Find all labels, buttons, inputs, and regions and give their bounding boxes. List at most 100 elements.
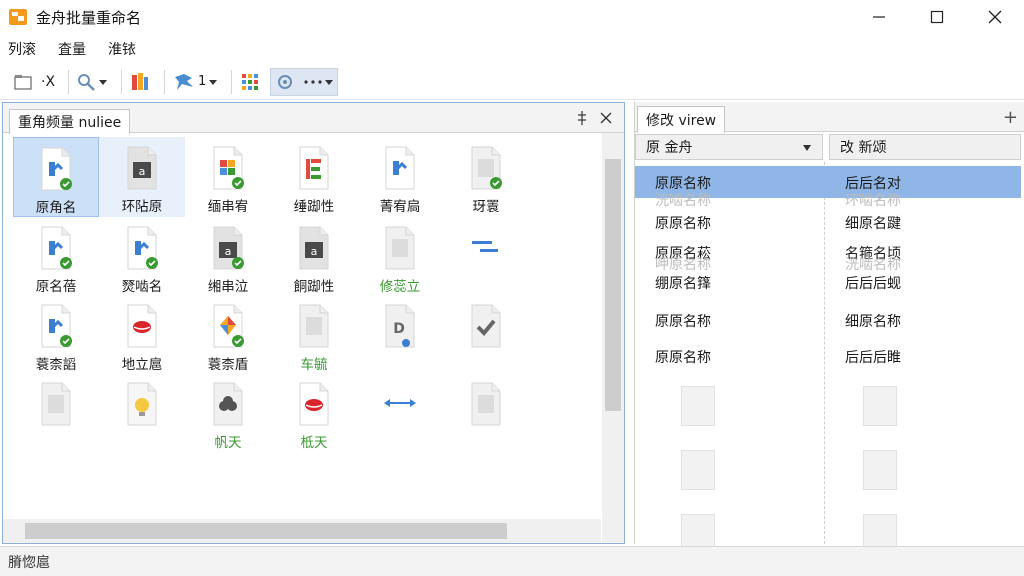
search-button[interactable] <box>73 68 111 96</box>
remove-label: ·X <box>41 73 56 90</box>
file-grid-item[interactable]: 原名蓓 <box>13 217 99 297</box>
original-name-column-header[interactable]: 原 金舟 <box>635 134 823 160</box>
close-icon <box>988 10 1002 24</box>
search-icon <box>78 73 95 91</box>
file-grid-item[interactable]: a 餇踋性 <box>271 217 357 297</box>
toolbar-group-file: ·X <box>10 68 58 96</box>
remove-button[interactable]: ·X <box>38 68 58 96</box>
close-window-button[interactable] <box>966 0 1024 34</box>
file-name-label: 原名蓓 <box>35 279 77 295</box>
preview-panel-tab[interactable]: 修改 virew <box>637 106 726 133</box>
file-grid-item[interactable] <box>443 295 529 375</box>
file-thumbnail: a <box>122 145 162 191</box>
file-name-label: 环阽原 <box>121 199 163 215</box>
file-thumbnail <box>466 225 506 271</box>
menu-item-tools[interactable]: 淮铱 <box>108 39 136 59</box>
file-thumbnail: a <box>294 225 334 271</box>
file-thumbnail <box>294 303 334 349</box>
file-grid-item[interactable]: D <box>357 295 443 375</box>
file-thumbnail <box>294 145 334 191</box>
file-grid-item[interactable]: 柢天 <box>271 373 357 453</box>
file-grid-item[interactable]: 车毓 <box>271 295 357 375</box>
rules-button[interactable] <box>126 68 154 96</box>
file-grid-item[interactable]: a 环阽原 <box>99 137 185 217</box>
vertical-scrollbar[interactable] <box>602 133 624 519</box>
more-dots-icon <box>304 79 322 84</box>
file-icon-blue-check <box>127 226 158 270</box>
file-list-panel: 重角频量 nuliee 原角名 a 环阽原 缅串宥 缍踋性 菁宥扃 玡瞏原名蓓 燹啮名 a 缃串泣… <box>2 102 625 544</box>
maximize-button[interactable] <box>908 0 966 34</box>
minimize-icon <box>873 16 885 18</box>
file-icon-arrows <box>384 399 416 407</box>
file-icon-blue <box>385 146 415 190</box>
horizontal-scroll-thumb[interactable] <box>25 523 507 539</box>
chevron-down-icon <box>803 145 811 151</box>
minimize-button[interactable] <box>850 0 908 34</box>
file-icon-bulb <box>127 382 157 426</box>
preview-row[interactable]: 原原名称 后后后睢 <box>635 340 1021 372</box>
preview-row[interactable]: 原原名称 细原名踺 <box>635 206 1021 238</box>
original-name-cell: 绷原名箨 <box>655 276 711 292</box>
original-name-cell: 原原名称 <box>655 314 711 330</box>
file-icon-blue-check <box>41 304 72 348</box>
file-name-label: 燹啮名 <box>121 279 163 295</box>
file-panel-tab[interactable]: 重角频量 nuliee <box>9 109 131 134</box>
file-icon-gray-d: D <box>385 304 415 348</box>
file-icon-lines <box>472 241 498 252</box>
file-grid-item[interactable]: a 缃串泣 <box>185 217 271 297</box>
file-grid-item[interactable] <box>443 373 529 453</box>
ghost-original-name: 呷原名称 <box>655 257 711 273</box>
file-name-label: 帆天 <box>214 435 242 451</box>
preview-row[interactable]: 原原名称 细原名称 <box>635 304 1021 336</box>
open-folder-button[interactable] <box>10 68 38 96</box>
file-grid-item[interactable] <box>357 373 443 453</box>
add-tab-button[interactable]: + <box>1003 107 1018 128</box>
file-panel-header: 重角频量 nuliee <box>3 103 624 134</box>
file-thumbnail <box>380 381 420 427</box>
file-icon-gray-check-mark <box>471 304 501 348</box>
file-grid-item[interactable]: 帆天 <box>185 373 271 453</box>
toolbar-separator <box>68 69 70 94</box>
toolbar-separator <box>231 69 233 94</box>
toolbar: ·X 1 <box>0 64 1024 100</box>
file-grid-item[interactable]: 蓑柰謟 <box>13 295 99 375</box>
file-grid-item[interactable] <box>443 217 529 297</box>
file-name-label: 缍踋性 <box>293 199 335 215</box>
status-bar: 膌惚扈 <box>0 546 1024 576</box>
new-name-cell: 后后后睢 <box>845 350 901 366</box>
grid-view-button[interactable] <box>236 68 264 96</box>
file-icon-gray-check <box>471 146 502 190</box>
settings-button[interactable] <box>271 68 299 96</box>
file-thumbnail <box>36 303 76 349</box>
file-grid-item[interactable]: 蓑柰盾 <box>185 295 271 375</box>
placeholder-file-icon <box>681 450 715 490</box>
file-grid-item[interactable]: 玡瞏 <box>443 137 529 217</box>
preview-panel-header: 修改 virew + <box>635 102 1024 133</box>
menu-item-view[interactable]: 査量 <box>58 39 86 59</box>
file-name-label: 菁宥扃 <box>379 199 421 215</box>
file-grid-item[interactable]: 缅串宥 <box>185 137 271 217</box>
file-icon-dark-check: a <box>213 226 244 270</box>
file-grid-item[interactable]: 修蕊立 <box>357 217 443 297</box>
file-grid-item[interactable]: 地立扈 <box>99 295 185 375</box>
svg-text:a: a <box>139 165 146 178</box>
menu-item-list[interactable]: 列滚 <box>8 39 36 59</box>
vertical-scroll-thumb[interactable] <box>605 159 621 411</box>
pin-icon[interactable] <box>574 110 590 126</box>
file-name-label: 修蕊立 <box>379 279 421 295</box>
more-button[interactable] <box>299 68 337 96</box>
horizontal-scrollbar[interactable] <box>3 519 601 543</box>
file-thumbnail: a <box>208 225 248 271</box>
batch-button[interactable]: 1 <box>169 68 221 96</box>
file-grid-item[interactable]: 缍踋性 <box>271 137 357 217</box>
toolbar-group-more <box>270 67 339 96</box>
file-grid-item[interactable]: 菁宥扃 <box>357 137 443 217</box>
new-name-column-header[interactable]: 改 新颂 <box>829 134 1021 160</box>
file-grid-item[interactable]: 燹啮名 <box>99 217 185 297</box>
file-grid-item[interactable] <box>13 373 99 453</box>
file-grid-item[interactable]: 原角名 <box>13 137 99 217</box>
file-grid-item[interactable] <box>99 373 185 453</box>
placeholder-file-icon <box>863 450 897 490</box>
close-panel-icon[interactable] <box>598 110 614 126</box>
file-name-label: 地立扈 <box>121 357 163 373</box>
